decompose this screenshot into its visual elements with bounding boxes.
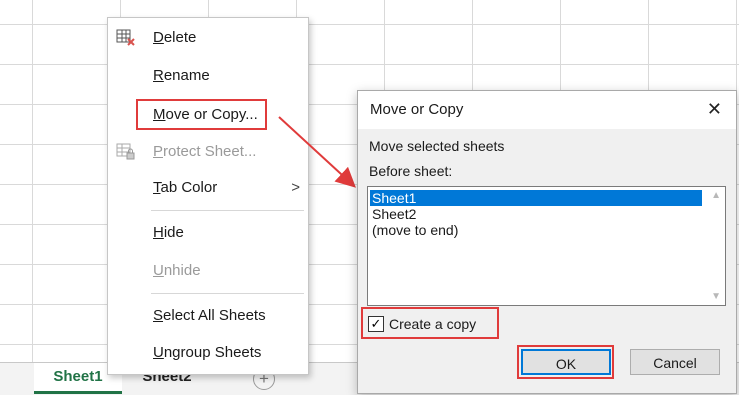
sheet-context-menu: Delete Rename Move or Copy... Protect Sh… xyxy=(107,17,309,375)
menu-item-protect-sheet[interactable]: Protect Sheet... xyxy=(108,138,308,166)
menu-item-rename[interactable]: Rename xyxy=(108,62,308,90)
menu-item-hide[interactable]: Hide xyxy=(108,219,308,247)
menu-item-select-all-sheets[interactable]: Select All Sheets xyxy=(108,302,308,330)
chevron-right-icon: > xyxy=(291,179,300,196)
list-item[interactable]: (move to end) xyxy=(370,222,702,238)
menu-item-label: Rename xyxy=(153,67,210,84)
highlight-box-create-copy xyxy=(361,307,499,339)
menu-item-label: Delete xyxy=(153,29,197,46)
delete-sheet-icon xyxy=(116,29,135,46)
before-sheet-label: Before sheet: xyxy=(369,163,453,179)
close-icon[interactable]: ✕ xyxy=(707,99,722,120)
cancel-button[interactable]: Cancel xyxy=(630,349,720,375)
before-sheet-listbox[interactable]: Sheet1 Sheet2 (move to end) ▲ ▼ xyxy=(367,186,726,306)
menu-item-label: Tab Color xyxy=(153,179,218,196)
menu-separator xyxy=(151,293,304,294)
move-selected-sheets-label: Move selected sheets xyxy=(369,138,505,154)
scroll-down-icon[interactable]: ▼ xyxy=(711,291,721,302)
menu-item-label: Select All Sheets xyxy=(153,307,266,324)
menu-item-label: Unhide xyxy=(153,262,201,279)
highlight-box-move-or-copy xyxy=(136,99,267,130)
menu-separator xyxy=(151,210,304,211)
menu-item-tab-color[interactable]: Tab Color > xyxy=(108,174,308,202)
move-or-copy-dialog: Move or Copy ✕ Move selected sheets Befo… xyxy=(357,90,737,394)
scroll-up-icon[interactable]: ▲ xyxy=(711,190,721,201)
menu-item-label: Ungroup Sheets xyxy=(153,344,262,361)
dialog-titlebar: Move or Copy ✕ xyxy=(358,91,736,129)
menu-item-ungroup-sheets[interactable]: Ungroup Sheets xyxy=(108,339,308,367)
highlight-box-ok xyxy=(517,345,614,379)
list-item[interactable]: Sheet1 xyxy=(370,190,702,206)
dialog-title: Move or Copy xyxy=(370,101,464,118)
menu-item-label: Hide xyxy=(153,224,184,241)
menu-item-delete[interactable]: Delete xyxy=(108,24,308,52)
protect-sheet-icon xyxy=(116,143,135,160)
list-item[interactable]: Sheet2 xyxy=(370,206,702,222)
menu-item-label: Protect Sheet... xyxy=(153,143,257,160)
menu-item-unhide[interactable]: Unhide xyxy=(108,257,308,285)
